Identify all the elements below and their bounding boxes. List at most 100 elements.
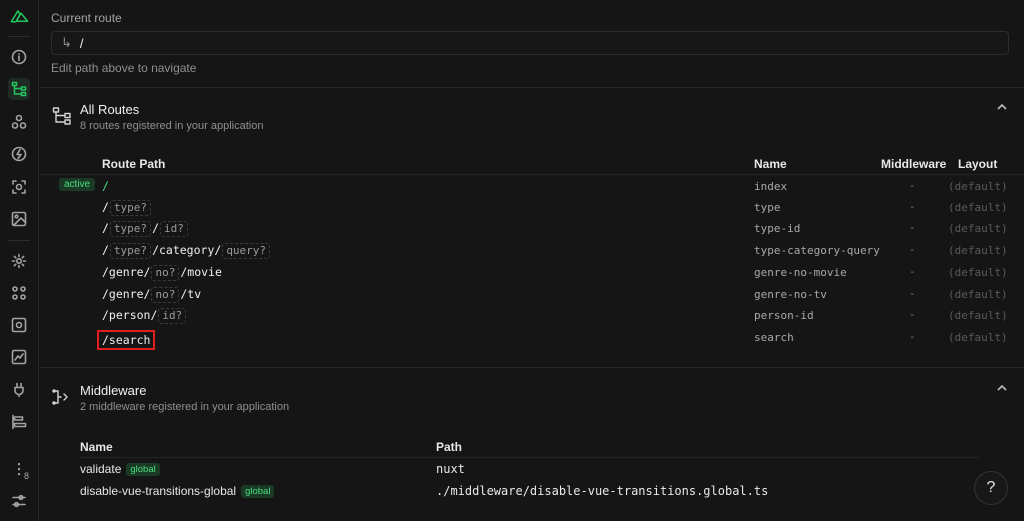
routes-subtitle: 8 routes registered in your application (80, 120, 264, 132)
middleware-name: validate (80, 462, 122, 476)
header-middleware: Middleware (881, 157, 947, 171)
route-layout: (default) (948, 222, 1008, 236)
highlight-box: /search (97, 329, 156, 350)
middleware-name: disable-vue-transitions-global (80, 484, 237, 498)
route-name: genre-no-movie (754, 265, 847, 279)
route-row[interactable]: / type? / id? type-id - (default) (40, 217, 1024, 239)
route-segment: /tv (180, 286, 202, 301)
payload-icon[interactable] (8, 346, 30, 368)
mw-header-path: Path (436, 440, 463, 454)
info-icon[interactable] (8, 46, 30, 68)
route-path[interactable]: / type?/category/query? (102, 243, 271, 260)
assets-icon[interactable] (8, 208, 30, 230)
current-route-input[interactable]: ↳ / (51, 31, 1009, 55)
route-name: type-category-query (754, 244, 880, 258)
imports-icon[interactable] (8, 143, 30, 165)
settings-icon[interactable] (8, 250, 30, 272)
global-badge: global (241, 484, 275, 498)
route-path[interactable]: /genre/no?/movie (102, 264, 222, 281)
route-row[interactable]: /person/id? person-id - (default) (40, 304, 1024, 326)
route-segment: / (102, 221, 109, 236)
route-row[interactable]: / type?/category/query? type-category-quer… (40, 239, 1024, 261)
middleware-path: ./middleware/disable-vue-transitions.glo… (436, 484, 769, 498)
route-name: genre-no-tv (754, 287, 827, 301)
middleware-row[interactable]: disable-vue-transitions-global global ./… (40, 480, 1024, 502)
sidebar: 8 (0, 0, 39, 521)
current-route-hint: Edit path above to navigate (51, 61, 197, 75)
route-row[interactable]: /search search - (default) (40, 326, 1024, 350)
route-row[interactable]: / type? type - (default) (40, 196, 1024, 218)
route-name: person-id (754, 309, 814, 323)
preferences-icon[interactable] (8, 490, 30, 512)
route-param: type? (109, 199, 152, 216)
header-route-path: Route Path (102, 157, 166, 171)
route-name: search (754, 330, 794, 344)
route-middleware: - (909, 221, 916, 235)
middleware-row[interactable]: validate global nuxt (40, 458, 1024, 480)
mw-header-name: Name (80, 440, 113, 454)
nuxt-logo[interactable] (10, 9, 29, 23)
route-row[interactable]: active / index - (default) (40, 174, 1024, 196)
current-route-value[interactable]: / (80, 36, 84, 51)
route-path[interactable]: / type? / id? (102, 221, 189, 238)
route-segment: /genre/ (102, 286, 151, 301)
route-param: id? (158, 308, 187, 325)
route-path[interactable]: /genre/no?/tv (102, 286, 202, 303)
route-middleware: - (909, 243, 916, 257)
route-path[interactable]: / type? (102, 199, 152, 216)
route-segment: /genre/ (102, 264, 151, 279)
route-segment: / (102, 179, 109, 193)
more-count: 8 (24, 471, 30, 481)
route-middleware: - (909, 199, 916, 213)
route-param: no? (151, 264, 180, 281)
route-segment: /movie (180, 264, 222, 279)
routes-section-icon (52, 106, 72, 126)
runtime-config-icon[interactable] (8, 314, 30, 336)
header-name: Name (754, 157, 787, 171)
middleware-title: Middleware (80, 383, 147, 398)
route-path[interactable]: / (102, 179, 109, 193)
middleware-section-icon (52, 387, 72, 407)
route-layout: (default) (948, 265, 1008, 279)
timeline-icon[interactable] (8, 411, 30, 433)
middleware-subtitle: 2 middleware registered in your applicat… (80, 401, 290, 413)
components-icon[interactable] (8, 111, 30, 133)
route-segment: / (102, 243, 109, 258)
header-layout: Layout (958, 157, 998, 171)
route-row[interactable]: /genre/no?/tv genre-no-tv - (default) (40, 283, 1024, 305)
route-layout: (default) (948, 180, 1008, 193)
route-middleware: - (909, 286, 916, 300)
route-segment: /person/ (102, 308, 158, 323)
route-layout: (default) (948, 287, 1008, 301)
routes-collapse-chevron-icon[interactable] (996, 100, 1010, 114)
route-row[interactable]: /genre/no?/movie genre-no-movie - (default) (40, 261, 1024, 283)
route-param: id? (160, 221, 188, 238)
route-path[interactable]: /search (97, 329, 156, 350)
route-name: type-id (754, 222, 801, 236)
route-segment: /search (102, 332, 151, 347)
middleware-collapse-chevron-icon[interactable] (996, 381, 1010, 395)
route-param: type? (109, 243, 152, 260)
route-middleware: - (909, 329, 916, 343)
route-name: type (754, 200, 781, 214)
route-layout: (default) (948, 330, 1008, 344)
route-path[interactable]: /person/id? (102, 308, 187, 325)
route-param: no? (151, 286, 180, 303)
route-middleware: - (909, 264, 916, 278)
route-middleware: - (909, 179, 916, 192)
return-arrow-icon: ↳ (61, 35, 72, 50)
route-segment: /category/ (152, 243, 222, 258)
route-layout: (default) (948, 309, 1008, 323)
plugins-icon[interactable] (8, 282, 30, 304)
routes-title: All Routes (80, 102, 140, 117)
current-route-label: Current route (51, 11, 122, 25)
route-segment: / (152, 221, 159, 236)
middleware-path: nuxt (436, 462, 465, 476)
modules-icon[interactable] (8, 176, 30, 198)
route-layout: (default) (948, 244, 1008, 258)
route-param: query? (222, 243, 271, 260)
route-middleware: - (909, 308, 916, 322)
help-button[interactable]: ? (974, 471, 1008, 505)
hooks-icon[interactable] (8, 379, 30, 401)
routes-icon[interactable] (8, 78, 30, 100)
